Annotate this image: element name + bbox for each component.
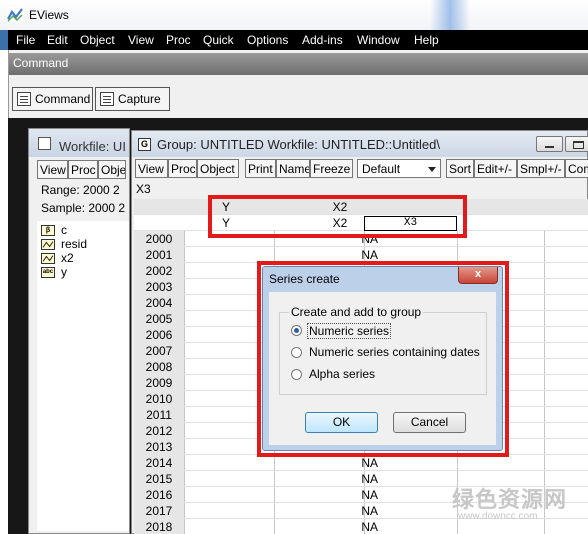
grp-object-button[interactable]: Object — [197, 159, 239, 178]
wf-object-button[interactable]: Obje — [98, 160, 126, 179]
row-header-year[interactable]: 2006 — [134, 327, 184, 343]
radio-button[interactable] — [291, 369, 302, 380]
coefficient-icon: β — [41, 225, 55, 236]
ok-button[interactable]: OK — [305, 412, 378, 433]
tab-command-label: Command — [35, 92, 91, 106]
workfile-icon — [38, 137, 51, 150]
tab-command[interactable]: Command — [12, 87, 93, 111]
row-header-year[interactable]: 2010 — [134, 391, 184, 407]
menu-window[interactable]: Window — [357, 33, 400, 47]
menu-add-ins[interactable]: Add-ins — [302, 33, 343, 47]
group-toolbar: View Proc Object Print Name Freeze Defau… — [135, 159, 588, 179]
chevron-down-icon — [428, 167, 436, 172]
grp-compare-button[interactable]: Com — [565, 159, 588, 178]
row-header-year[interactable]: 2014 — [134, 455, 184, 471]
workfile-object-list: β c resid x2 abc y — [37, 221, 129, 531]
grp-smpl-button[interactable]: Smpl+/- — [517, 159, 565, 178]
tab-capture-label: Capture — [118, 92, 161, 106]
row-header-year[interactable]: 2002 — [134, 263, 184, 279]
menu-edit[interactable]: Edit — [47, 33, 68, 47]
row-header-year[interactable]: 2003 — [134, 279, 184, 295]
alpha-series-icon: abc — [41, 267, 55, 278]
row-header-year[interactable]: 2007 — [134, 343, 184, 359]
watermark-url: www.downcc.com — [458, 511, 538, 522]
grp-proc-button[interactable]: Proc — [168, 159, 197, 178]
watermark: 绿色资源网 www.downcc.com — [450, 482, 570, 526]
workfile-window[interactable]: Workfile: UI View Proc Obje Range: 2000 … — [28, 128, 130, 534]
titlebar-highlight — [430, 0, 470, 30]
row-header-year[interactable]: 2012 — [134, 423, 184, 439]
cell-x3-value[interactable]: NA — [318, 471, 378, 487]
cell-x3-value[interactable]: NA — [318, 487, 378, 503]
cell-x3-value[interactable]: NA — [318, 455, 378, 471]
grp-view-button[interactable]: View — [135, 159, 168, 178]
maximize-button[interactable] — [565, 136, 588, 152]
wf-view-button[interactable]: View — [37, 160, 68, 179]
row-header-year[interactable]: 2004 — [134, 295, 184, 311]
radio-button[interactable] — [291, 347, 302, 358]
group-titlebar[interactable]: G Group: UNTITLED Workfile: UNTITLED::Un… — [132, 131, 588, 157]
highlight-box-header — [208, 195, 467, 238]
group-title: Group: UNTITLED Workfile: UNTITLED::Unti… — [157, 137, 440, 152]
group-box-label: Create and add to group — [289, 305, 424, 319]
cancel-button[interactable]: Cancel — [393, 412, 466, 433]
row-header-year[interactable]: 2017 — [134, 503, 184, 519]
menu-help[interactable]: Help — [414, 33, 439, 47]
eviews-logo-icon — [7, 7, 23, 23]
row-header-year[interactable]: 2001 — [134, 247, 184, 263]
menu-bar: File Edit Object View Proc Quick Options… — [0, 30, 588, 50]
menu-quick[interactable]: Quick — [203, 33, 234, 47]
tab-capture[interactable]: Capture — [95, 87, 170, 111]
menu-object[interactable]: Object — [80, 33, 115, 47]
grp-freeze-button[interactable]: Freeze — [310, 159, 353, 178]
menu-options[interactable]: Options — [247, 33, 288, 47]
app-titlebar: EViews — [0, 0, 588, 30]
workfile-range: Range: 2000 2 — [41, 183, 120, 197]
workfile-sample: Sample: 2000 2 — [41, 201, 126, 215]
group-icon: G — [138, 138, 151, 151]
grp-edit-button[interactable]: Edit+/- — [474, 159, 517, 178]
menu-file[interactable]: File — [16, 33, 35, 47]
row-header-year[interactable]: 2018 — [134, 519, 184, 534]
command-window-icon — [17, 92, 31, 106]
command-window-header[interactable]: Command — [9, 53, 588, 75]
minimize-icon — [545, 146, 554, 148]
series-create-dialog[interactable]: Series create x Create and add to group … — [262, 266, 503, 451]
command-tabs: Command Capture — [9, 87, 588, 113]
capture-window-icon — [100, 92, 114, 106]
maximize-icon — [573, 141, 584, 149]
cell-name-label: X3 — [136, 182, 151, 196]
wf-proc-button[interactable]: Proc — [68, 160, 98, 179]
dialog-title: Series create — [269, 272, 340, 286]
table-row: 2014 NA — [134, 455, 588, 471]
grp-sort-button[interactable]: Sort — [446, 159, 474, 178]
row-header-year[interactable]: 2011 — [134, 407, 184, 423]
row-header-year[interactable]: 2009 — [134, 375, 184, 391]
row-header-year[interactable]: 2015 — [134, 471, 184, 487]
row-header-year[interactable]: 2016 — [134, 487, 184, 503]
grp-print-button[interactable]: Print — [245, 159, 276, 178]
format-dropdown[interactable]: Default — [357, 159, 441, 178]
series-icon — [41, 253, 55, 264]
close-button[interactable]: x — [458, 267, 498, 284]
cell-x3-value[interactable]: NA — [318, 519, 378, 534]
row-header-year[interactable]: 2000 — [134, 231, 184, 247]
minimize-button[interactable] — [536, 136, 563, 152]
watermark-text: 绿色资源网 — [452, 487, 568, 512]
dialog-body: Create and add to group Numeric series N… — [269, 292, 496, 445]
app-title: EViews — [29, 8, 69, 22]
row-header-year[interactable]: 2008 — [134, 359, 184, 375]
radio-button-checked[interactable] — [291, 325, 302, 336]
cell-x3-value[interactable]: NA — [318, 503, 378, 519]
row-header-year[interactable]: 2005 — [134, 311, 184, 327]
grp-name-button[interactable]: Name — [276, 159, 310, 178]
series-icon — [41, 239, 55, 250]
workfile-title: Workfile: UI — [59, 139, 126, 154]
close-icon: x — [474, 268, 482, 280]
workfile-titlebar[interactable]: Workfile: UI — [29, 129, 129, 157]
format-dropdown-value: Default — [362, 162, 401, 176]
menu-view[interactable]: View — [128, 33, 154, 47]
row-header-year[interactable]: 2013 — [134, 439, 184, 455]
menu-proc[interactable]: Proc — [166, 33, 191, 47]
